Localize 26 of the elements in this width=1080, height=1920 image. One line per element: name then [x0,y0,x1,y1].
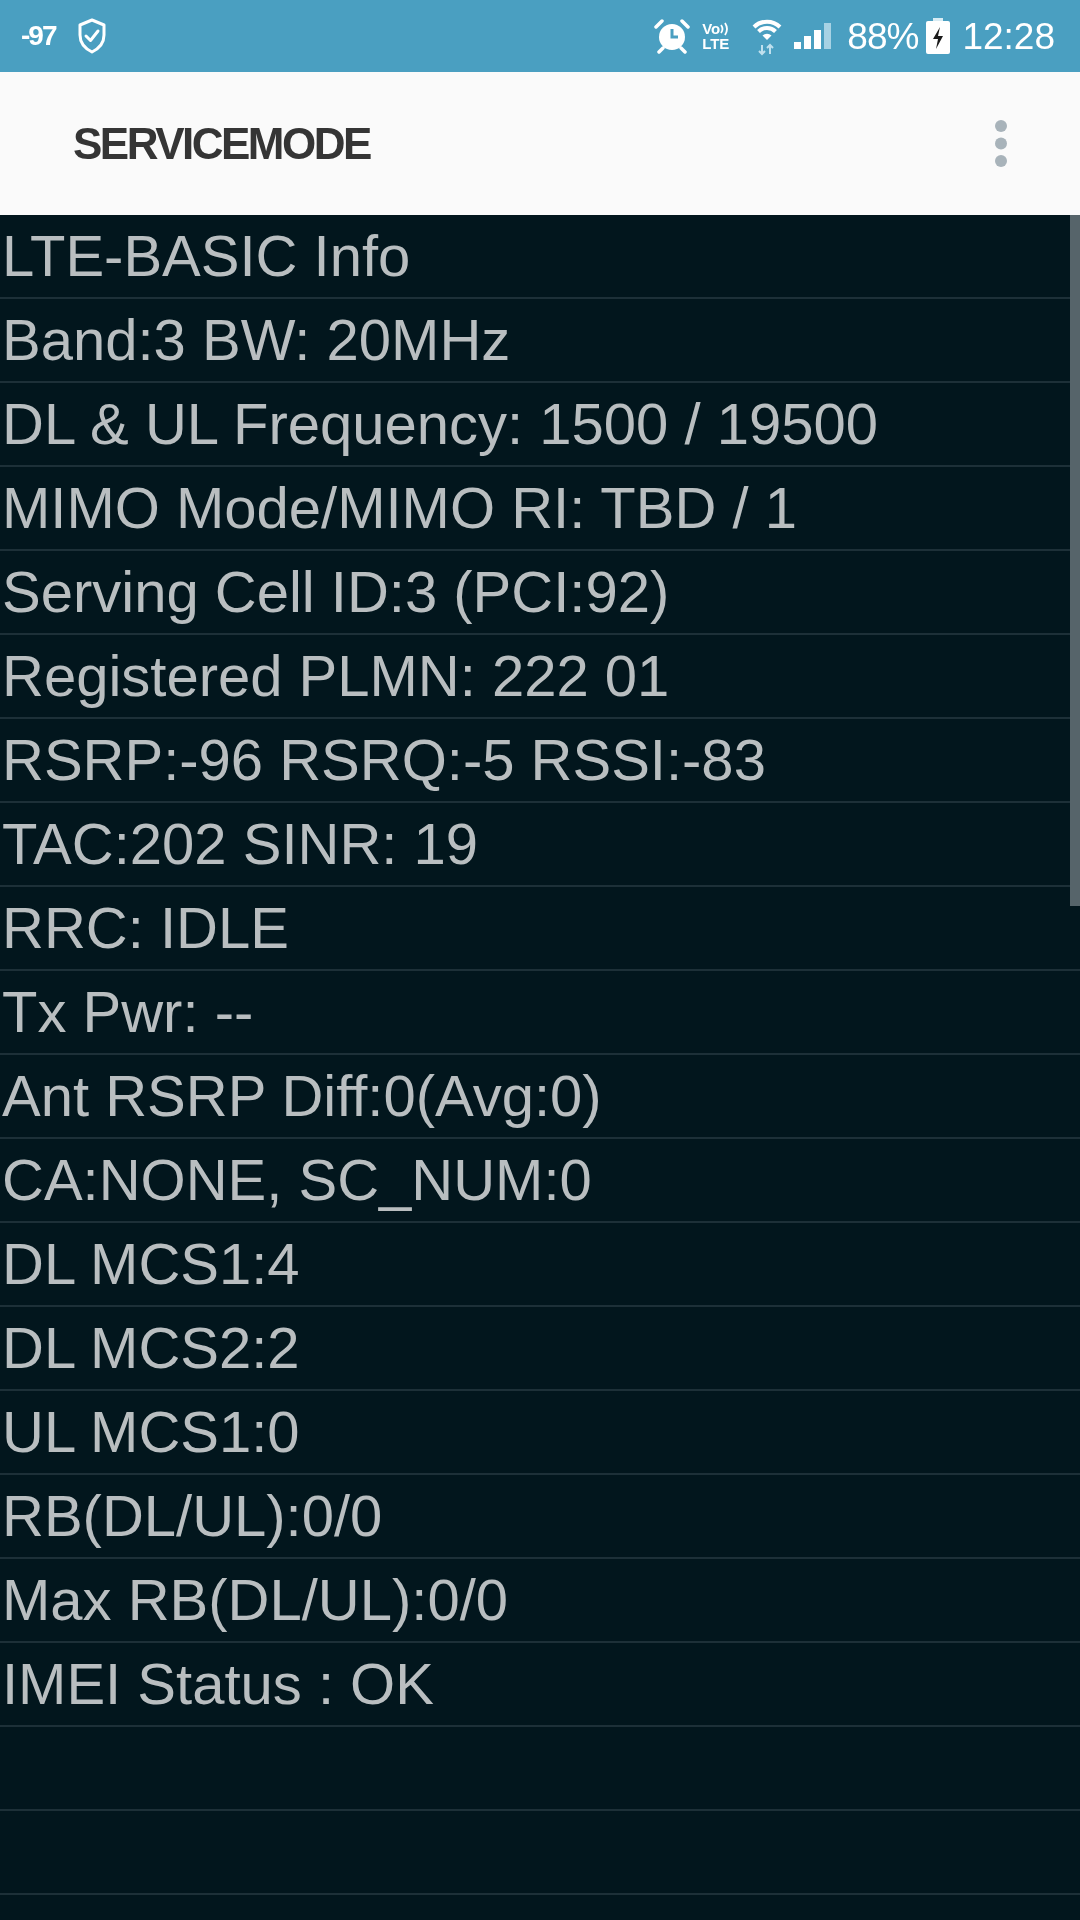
info-line: RRC: IDLE [2,894,289,962]
clock-time: 12:28 [962,17,1055,55]
info-line: Ant RSRP Diff:0(Avg:0) [2,1062,602,1130]
info-line: LTE-BASIC Info [2,222,411,290]
app-title: SERVICEMODE [73,121,370,166]
info-line: DL & UL Frequency: 1500 / 19500 [2,390,878,458]
info-line: Serving Cell ID:3 (PCI:92) [2,558,670,626]
info-line: IMEI Status : OK [2,1650,434,1718]
signal-reading: -97 [21,22,56,50]
info-line: MIMO Mode/MIMO RI: TBD / 1 [2,474,797,542]
battery-percent: 88% [847,17,919,55]
info-line: Band:3 BW: 20MHz [2,306,511,374]
cell-signal-icon [794,23,832,49]
info-line: Tx Pwr: -- [2,978,254,1046]
info-line: RB(DL/UL):0/0 [2,1482,383,1550]
info-line: TAC:202 SINR: 19 [2,810,478,878]
alarm-clock-icon [653,18,692,54]
info-line: UL MCS1:0 [2,1398,300,1466]
shield-check-icon [77,18,108,54]
info-line: CA:NONE, SC_NUM:0 [2,1146,592,1214]
info-line: DL MCS2:2 [2,1314,300,1382]
info-line: RSRP:-96 RSRQ:-5 RSSI:-83 [2,726,766,794]
info-line: Max RB(DL/UL):0/0 [2,1566,509,1634]
info-line: Registered PLMN: 222 01 [2,642,670,710]
more-options-icon [995,120,1007,167]
info-line: DL MCS1:4 [2,1230,300,1298]
